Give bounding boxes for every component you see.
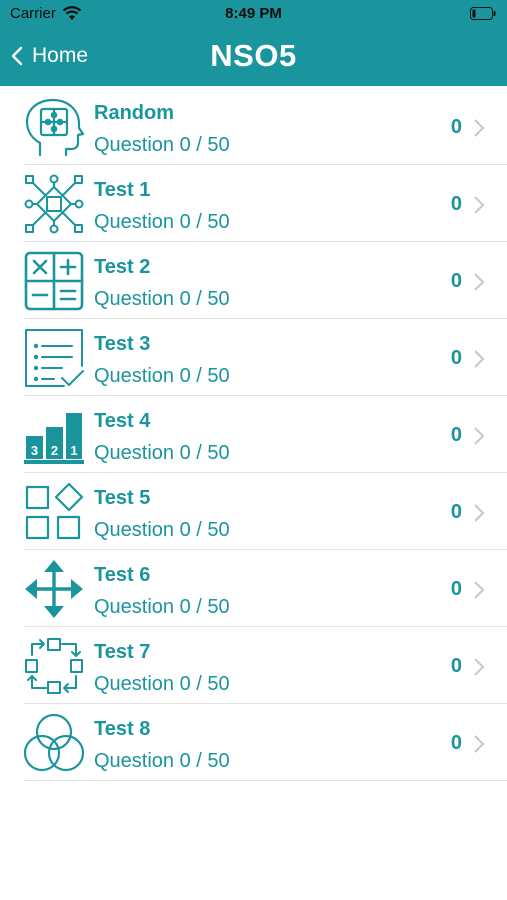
- list-item-test-4[interactable]: 3 2 1 Test 4 Question 0 / 50 0: [24, 396, 507, 473]
- item-score: 0: [450, 732, 462, 754]
- list-item-test-8[interactable]: Test 8 Question 0 / 50 0: [24, 704, 507, 781]
- clock: 8:49 PM: [225, 5, 282, 22]
- item-title: Random: [94, 102, 174, 124]
- item-score: 0: [450, 578, 462, 600]
- chevron-right-icon: [474, 735, 485, 753]
- list-item-random[interactable]: Random Question 0 / 50 0: [24, 88, 507, 165]
- podium-label: 2: [51, 443, 58, 458]
- list-item-test-2[interactable]: Test 2 Question 0 / 50 0: [24, 242, 507, 319]
- navigation-bar: Home NSO5: [0, 26, 507, 86]
- item-progress: Question 0 / 50: [94, 519, 230, 541]
- podium-label: 3: [31, 443, 38, 458]
- item-progress: Question 0 / 50: [94, 134, 230, 156]
- move-arrows-icon: [25, 560, 83, 618]
- podium-icon: 3 2 1: [24, 413, 84, 464]
- item-score: 0: [450, 193, 462, 215]
- chevron-right-icon: [474, 504, 485, 522]
- shapes-icon: [25, 482, 84, 540]
- item-score: 0: [450, 347, 462, 369]
- item-progress: Question 0 / 50: [94, 288, 230, 310]
- item-score: 0: [450, 270, 462, 292]
- item-progress: Question 0 / 50: [94, 365, 230, 387]
- item-progress: Question 0 / 50: [94, 750, 230, 772]
- chevron-right-icon: [474, 119, 485, 137]
- item-title: Test 6: [94, 564, 151, 586]
- item-score: 0: [450, 655, 462, 677]
- chevron-right-icon: [474, 196, 485, 214]
- item-score: 0: [450, 116, 462, 138]
- item-score: 0: [450, 501, 462, 523]
- checklist-icon: [25, 329, 84, 387]
- podium-label: 1: [70, 443, 77, 458]
- list-item-test-1[interactable]: Test 1 Question 0 / 50 0: [24, 165, 507, 242]
- test-list: Random Question 0 / 50 0 Test 1 Question…: [0, 88, 507, 781]
- item-progress: Question 0 / 50: [94, 596, 230, 618]
- list-item-test-5[interactable]: Test 5 Question 0 / 50 0: [24, 473, 507, 550]
- venn-diagram-icon: [24, 713, 84, 772]
- chevron-right-icon: [474, 273, 485, 291]
- chevron-right-icon: [474, 350, 485, 368]
- item-score: 0: [450, 424, 462, 446]
- item-title: Test 3: [94, 333, 151, 355]
- page-title: NSO5: [210, 38, 297, 73]
- battery-icon: [470, 7, 496, 20]
- calculator-icon: [24, 251, 84, 311]
- status-bar: Carrier 8:49 PM: [0, 0, 507, 26]
- item-progress: Question 0 / 50: [94, 442, 230, 464]
- item-title: Test 8: [94, 718, 151, 740]
- chevron-right-icon: [474, 581, 485, 599]
- chevron-right-icon: [474, 427, 485, 445]
- chevron-right-icon: [474, 658, 485, 676]
- item-progress: Question 0 / 50: [94, 211, 230, 233]
- list-item-test-6[interactable]: Test 6 Question 0 / 50 0: [24, 550, 507, 627]
- network-nodes-icon: [24, 174, 84, 234]
- cycle-icon: [25, 638, 83, 694]
- list-item-test-7[interactable]: Test 7 Question 0 / 50 0: [24, 627, 507, 704]
- item-progress: Question 0 / 50: [94, 673, 230, 695]
- item-title: Test 7: [94, 641, 151, 663]
- item-title: Test 4: [94, 410, 151, 432]
- item-title: Test 2: [94, 256, 151, 278]
- item-title: Test 1: [94, 179, 151, 201]
- head-puzzle-icon: [25, 98, 84, 157]
- item-title: Test 5: [94, 487, 151, 509]
- list-item-test-3[interactable]: Test 3 Question 0 / 50 0: [24, 319, 507, 396]
